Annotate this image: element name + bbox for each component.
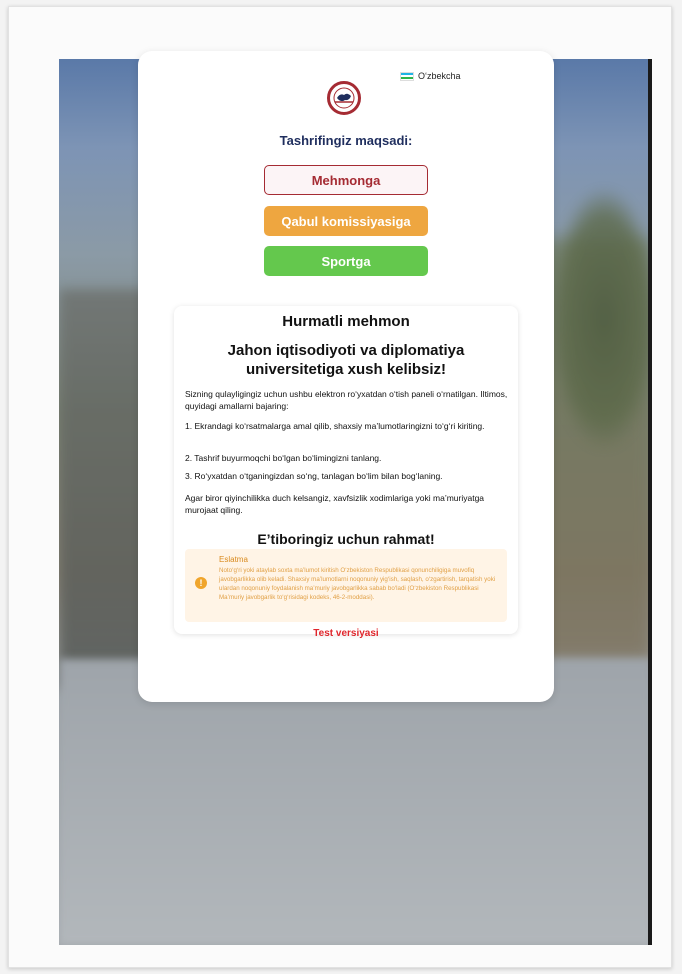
warning-notice: ! Eslatma Noto‘g‘ri yoki ataylab soxta m… [185, 549, 507, 622]
warning-icon: ! [195, 577, 207, 589]
sport-button[interactable]: Sportga [264, 246, 428, 276]
thanks-heading: E’tiboringiz uchun rahmat! [257, 531, 435, 547]
notice-title: Eslatma [219, 555, 248, 564]
uzbekistan-flag-icon [400, 71, 414, 81]
language-selector[interactable]: O‘zbekcha [400, 69, 461, 83]
greeting-heading: Hurmatli mehmon [282, 313, 410, 330]
test-version-label: Test versiyasi [313, 628, 379, 639]
tree [549, 189, 652, 449]
language-label: O‘zbekcha [418, 71, 461, 81]
welcome-info-panel: Hurmatli mehmon Jahon iqtisodiyoti va di… [174, 306, 518, 634]
welcome-line-1: Jahon iqtisodiyoti va diplomatiya [227, 342, 465, 359]
intro-text: Sizning qulayligingiz uchun ushbu elektr… [185, 389, 508, 411]
purpose-title: Tashrifingiz maqsadi: [279, 133, 413, 148]
help-text: Agar biror qiyinchilikka duch kelsangiz,… [185, 493, 485, 515]
welcome-line-2: universitetiga xush kelibsiz! [245, 361, 447, 378]
step-3: 3. Ro‘yxatdan o‘tganingizdan so‘ng, tanl… [185, 471, 443, 481]
screen-edge [648, 59, 652, 945]
welcome-heading: Jahon iqtisodiyoti va diplomatiya univer… [174, 341, 518, 379]
guest-button[interactable]: Mehmonga [264, 165, 428, 195]
registration-card: O‘zbekcha Tashrifingiz maqsadi: Mehmonga… [138, 51, 554, 702]
university-logo-icon [327, 81, 361, 115]
step-1: 1. Ekrandagi ko‘rsatmalarga amal qilib, … [185, 421, 485, 431]
notice-body: Noto‘g‘ri yoki ataylab soxta ma’lumot ki… [219, 567, 496, 601]
admission-button[interactable]: Qabul komissiyasiga [264, 206, 428, 236]
step-2: 2. Tashrif buyurmoqchi bo‘lgan bo‘liming… [185, 453, 382, 463]
